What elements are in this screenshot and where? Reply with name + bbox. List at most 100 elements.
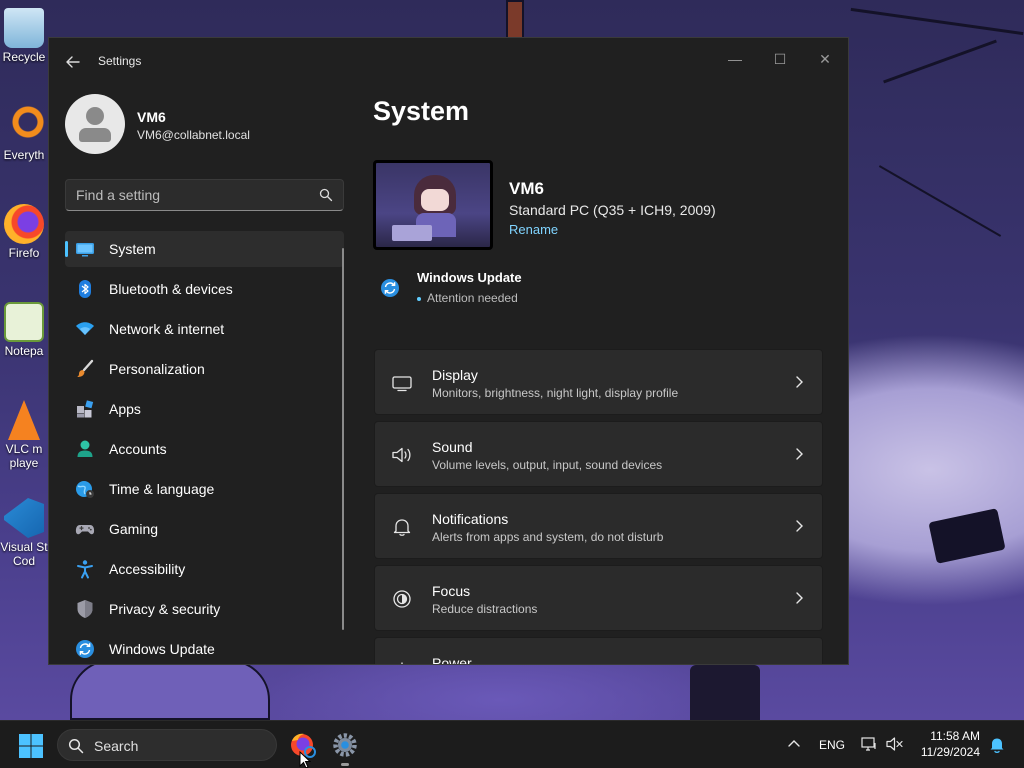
shield-icon [77, 600, 93, 618]
clock[interactable]: 11:58 AM 11/29/2024 [908, 728, 980, 760]
chevron-right-icon [796, 520, 803, 532]
card-title: Notifications [432, 511, 509, 527]
taskbar-app-settings[interactable] [331, 731, 359, 766]
device-wallpaper-thumbnail[interactable] [373, 160, 493, 250]
accessibility-icon [77, 560, 93, 579]
card-focus[interactable]: Focus Reduce distractions [374, 565, 823, 631]
chevron-right-icon [796, 376, 803, 388]
desktop-icon-label: Everyth [3, 148, 45, 162]
desktop-icon-firefox[interactable]: Firefo [0, 204, 48, 260]
taskbar-search[interactable]: Search [57, 729, 277, 761]
volume-muted-icon[interactable] [886, 735, 904, 753]
thumbnail-laptop [392, 225, 432, 241]
wallpaper-phone [928, 508, 1006, 564]
avatar[interactable] [65, 94, 125, 154]
desktop-icon-recycle-bin[interactable]: Recycle [0, 8, 48, 64]
card-description: Reduce distractions [432, 602, 538, 616]
card-notifications[interactable]: Notifications Alerts from apps and syste… [374, 493, 823, 559]
sidebar-item-label: Bluetooth & devices [109, 281, 233, 297]
find-setting-input[interactable] [66, 180, 306, 210]
desktop-icon-notepad[interactable]: Notepa [0, 302, 48, 358]
page-title: System [373, 96, 470, 126]
sidebar-item-time-language[interactable]: Time & language [65, 471, 344, 507]
desktop-icon-vscode[interactable]: Visual St Cod [0, 498, 48, 568]
windows-update-title[interactable]: Windows Update [417, 270, 522, 285]
windows-start-icon[interactable] [18, 733, 44, 759]
card-power[interactable]: Power [374, 637, 823, 665]
back-button[interactable] [63, 52, 83, 72]
sidebar-item-label: Network & internet [109, 321, 225, 337]
sidebar-item-accounts[interactable]: Accounts [65, 431, 344, 467]
bluetooth-icon [79, 280, 91, 298]
globe-clock-icon [76, 481, 94, 498]
taskbar: Search ENG 11:58 AM 11/29/2024 [0, 720, 1024, 768]
sidebar-item-privacy[interactable]: Privacy & security [65, 591, 344, 627]
sidebar-nav: System Bluetooth & devices Network & int… [65, 231, 344, 664]
search-icon[interactable] [319, 188, 333, 202]
apps-icon [77, 400, 94, 418]
everything-search-icon [4, 106, 44, 146]
sidebar-item-personalization[interactable]: Personalization [65, 351, 344, 387]
find-setting-box[interactable] [65, 179, 344, 211]
mouse-cursor-icon [299, 751, 311, 768]
desktop-icon-label: Cod [12, 554, 35, 568]
windows-update-icon[interactable] [380, 278, 400, 298]
maximize-button[interactable]: ☐ [760, 44, 800, 74]
network-icon[interactable] [860, 735, 878, 753]
title-bar[interactable]: Settings — ☐ ✕ [49, 38, 848, 84]
desktop-icon-label: Firefo [8, 246, 40, 260]
wallpaper-pillow [70, 660, 270, 720]
sidebar-item-label: Accounts [109, 441, 167, 457]
sidebar-item-system[interactable]: System [65, 231, 344, 267]
chevron-up-icon[interactable] [786, 735, 802, 751]
wifi-icon [76, 322, 94, 335]
close-button[interactable]: ✕ [805, 44, 845, 74]
notification-bell-icon[interactable] [988, 735, 1006, 755]
desktop-icon-label: Notepa [4, 344, 44, 358]
sidebar-item-accessibility[interactable]: Accessibility [65, 551, 344, 587]
card-title: Focus [432, 583, 471, 599]
settings-window: Settings — ☐ ✕ VM6 VM6@collabnet.local S… [48, 37, 849, 665]
minimize-button[interactable]: — [715, 44, 755, 74]
gear-icon [333, 733, 357, 757]
status-dot-icon [417, 296, 421, 301]
card-display[interactable]: Display Monitors, brightness, night ligh… [374, 349, 823, 415]
accounts-icon [77, 440, 93, 457]
rename-link[interactable]: Rename [509, 222, 558, 237]
card-description: Monitors, brightness, night light, displ… [432, 386, 679, 400]
sidebar-item-windows-update[interactable]: Windows Update [65, 631, 344, 664]
sidebar-scrollbar[interactable] [342, 248, 344, 630]
sidebar-item-network[interactable]: Network & internet [65, 311, 344, 347]
windows-update-status: Attention needed [417, 291, 518, 305]
sidebar-item-label: Apps [109, 401, 141, 417]
display-icon [392, 376, 412, 392]
card-sound[interactable]: Sound Volume levels, output, input, soun… [374, 421, 823, 487]
avatar-head [86, 107, 104, 125]
sidebar-item-apps[interactable]: Apps [65, 391, 344, 427]
language-indicator[interactable]: ENG [819, 738, 845, 752]
desktop-icon-label: Visual St [0, 540, 48, 554]
paintbrush-icon [77, 359, 94, 377]
arrow-left-icon [66, 56, 80, 68]
active-app-indicator [341, 763, 349, 766]
clock-date: 11/29/2024 [920, 745, 980, 759]
firefox-icon [4, 204, 44, 244]
settings-cards: Display Monitors, brightness, night ligh… [374, 349, 823, 665]
sidebar-item-bluetooth[interactable]: Bluetooth & devices [65, 271, 344, 307]
windows-update-status-text: Attention needed [427, 291, 518, 305]
windows-update-icon [76, 640, 94, 658]
sidebar-item-label: Windows Update [109, 641, 215, 657]
sidebar-item-gaming[interactable]: Gaming [65, 511, 344, 547]
sidebar-item-label: Gaming [109, 521, 159, 537]
account-email: VM6@collabnet.local [137, 128, 250, 142]
chevron-right-icon [794, 663, 804, 665]
wallpaper-line [878, 165, 1002, 237]
sidebar-item-label: Accessibility [109, 561, 186, 577]
card-description: Volume levels, output, input, sound devi… [432, 458, 663, 472]
desktop-icon-everything[interactable]: Everyth [0, 106, 48, 162]
desktop-icon-vlc[interactable]: VLC m playe [0, 400, 48, 470]
wallpaper-line [850, 7, 1024, 36]
clock-time: 11:58 AM [930, 729, 980, 743]
power-icon [401, 662, 403, 664]
bell-icon [393, 519, 411, 536]
